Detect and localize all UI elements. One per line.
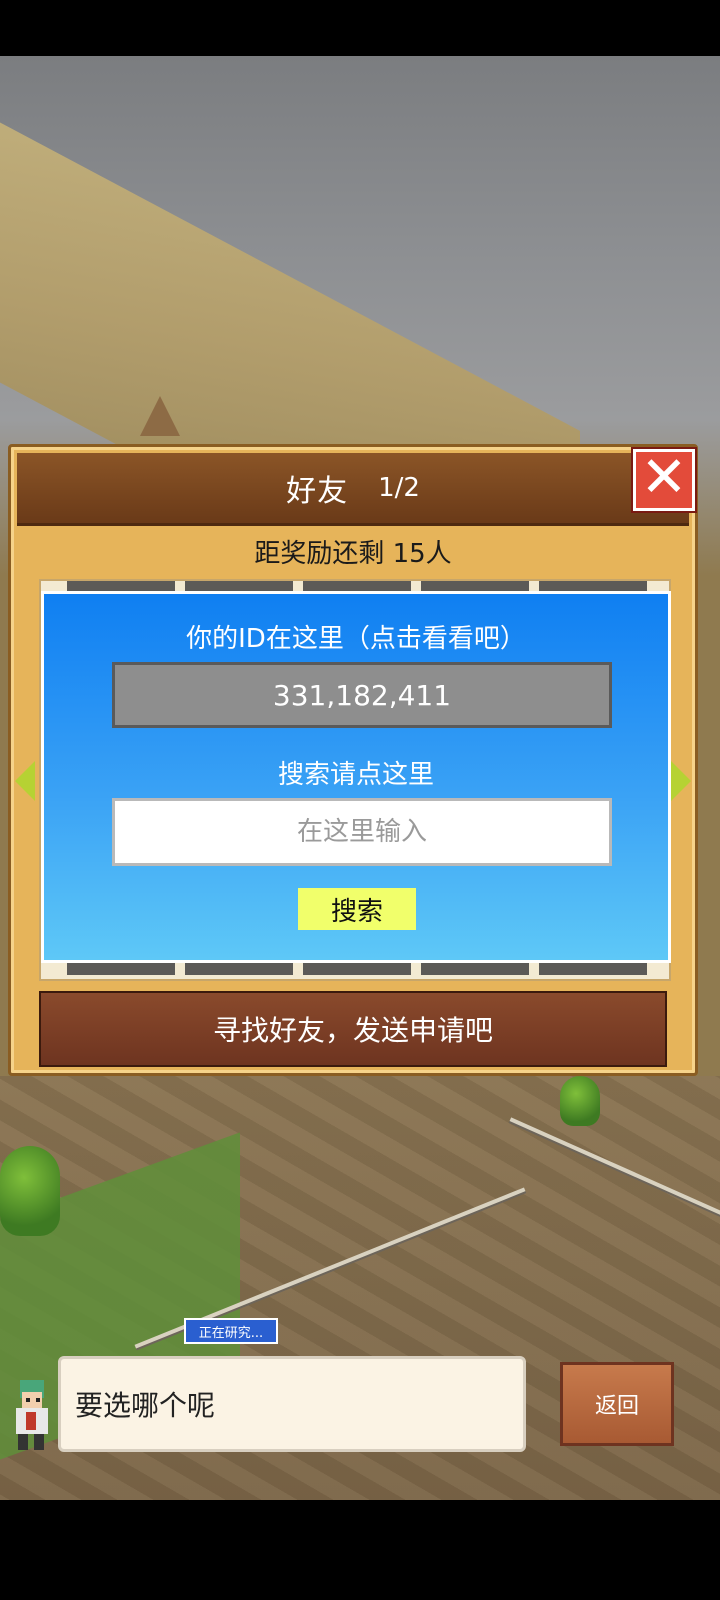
advisor-avatar: [16, 1380, 48, 1450]
prev-page-arrow-icon[interactable]: [15, 761, 35, 801]
friend-slot[interactable]: [185, 963, 293, 975]
reward-remaining-text: 距奖励还剩 15人: [254, 539, 452, 569]
friend-slot-strip-bottom: [67, 963, 647, 975]
tree-icon: [0, 1146, 60, 1236]
rock-icon: [140, 396, 180, 436]
advisor-speech-bubble: 要选哪个呢: [58, 1356, 526, 1452]
player-id-display[interactable]: 331,182,411: [112, 662, 612, 728]
close-icon: ✕: [640, 445, 688, 510]
find-friends-button[interactable]: 寻找好友，发送申请吧: [39, 991, 667, 1067]
close-button[interactable]: ✕: [633, 449, 695, 511]
search-label: 搜索请点这里: [277, 760, 434, 790]
search-input[interactable]: [112, 798, 612, 866]
friend-slot[interactable]: [303, 963, 411, 975]
dialog-header: 好友 1/2: [17, 453, 689, 526]
next-page-arrow-icon[interactable]: [671, 761, 691, 801]
friend-slot[interactable]: [67, 963, 175, 975]
back-button[interactable]: 返回: [560, 1362, 674, 1446]
tree-icon: [560, 1076, 600, 1126]
speech-text: 要选哪个呢: [75, 1389, 216, 1422]
search-button[interactable]: 搜索: [298, 888, 416, 930]
research-status-badge[interactable]: 正在研究...: [184, 1318, 278, 1344]
id-label[interactable]: 你的ID在这里（点击看看吧）: [44, 618, 668, 655]
search-panel: 你的ID在这里（点击看看吧） 331,182,411 搜索请点这里 搜索: [41, 591, 671, 963]
friend-slot[interactable]: [421, 963, 529, 975]
friend-slot[interactable]: [539, 963, 647, 975]
dialog-title: 好友: [286, 474, 349, 509]
friends-dialog: 好友 1/2 ✕ 距奖励还剩 15人 你的ID在这里（点击看看吧） 331,18…: [8, 444, 698, 1076]
page-indicator: 1/2: [378, 473, 420, 503]
